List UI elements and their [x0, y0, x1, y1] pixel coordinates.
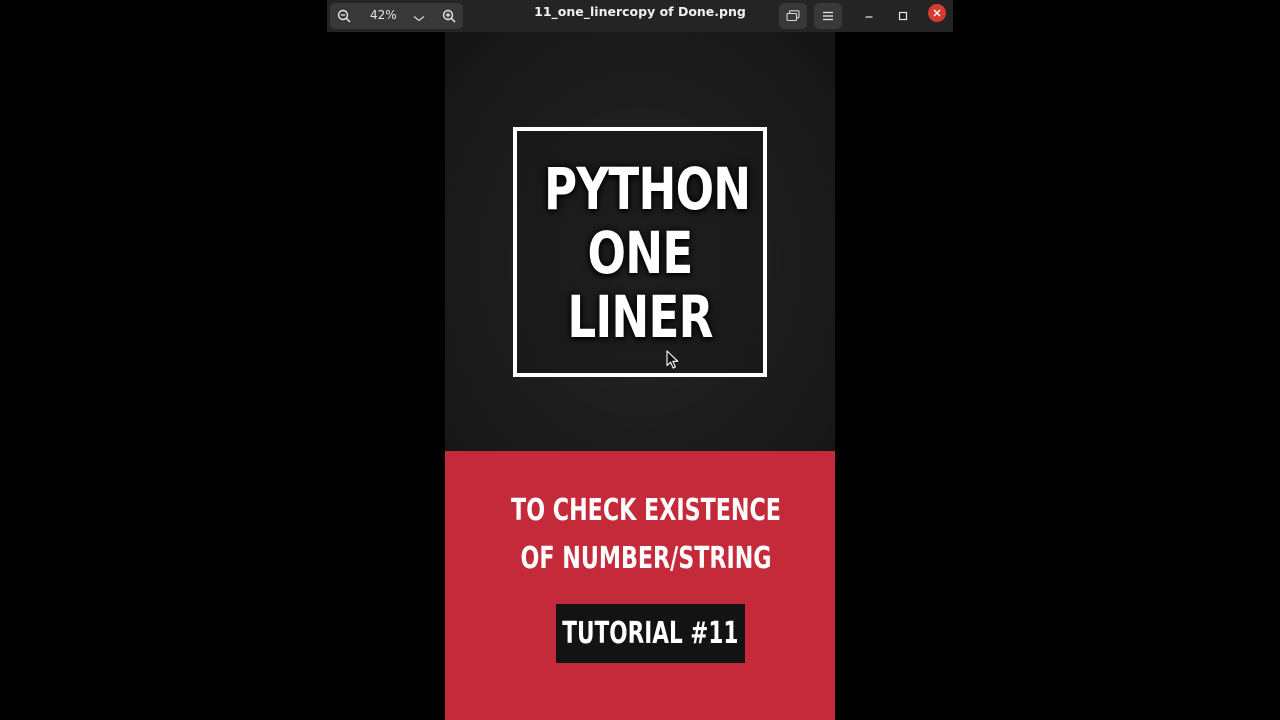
zoom-in-icon	[442, 9, 456, 23]
minimize-icon	[864, 11, 874, 21]
gallery-button[interactable]	[779, 3, 807, 29]
close-button[interactable]	[928, 4, 946, 22]
image-canvas: PYTHON ONE LINER TO CHECK EXISTENCE OF N…	[445, 32, 835, 720]
zoom-level-dropdown[interactable]: 42%	[358, 3, 436, 29]
viewer-titlebar: 42% 11_one_linercopy of Done.png	[327, 0, 953, 32]
headline-line-1: PYTHON	[544, 155, 751, 223]
tutorial-label: TUTORIAL #11	[562, 616, 739, 651]
subtitle-line-2: OF NUMBER/STRING	[520, 541, 772, 576]
subtitle-line-1: TO CHECK EXISTENCE	[511, 493, 781, 528]
zoom-out-button[interactable]	[330, 3, 358, 29]
tutorial-badge: TUTORIAL #11	[556, 604, 745, 663]
zoom-in-button[interactable]	[435, 3, 463, 29]
headline-line-3: LINER	[567, 283, 713, 351]
maximize-button[interactable]	[890, 3, 916, 29]
close-icon	[933, 9, 941, 17]
hamburger-menu-icon	[822, 11, 834, 21]
screen: 42% 11_one_linercopy of Done.png PYTHON …	[0, 0, 1280, 720]
gallery-icon	[786, 10, 800, 22]
zoom-level-value: 42%	[370, 8, 397, 22]
main-menu-button[interactable]	[814, 3, 842, 29]
maximize-icon	[898, 11, 908, 21]
headline-frame: PYTHON ONE LINER	[513, 127, 767, 377]
mouse-pointer-icon	[666, 350, 679, 373]
zoom-out-icon	[337, 9, 351, 23]
chevron-down-icon	[413, 12, 425, 26]
image-red-section: TO CHECK EXISTENCE OF NUMBER/STRING TUTO…	[445, 451, 835, 720]
minimize-button[interactable]	[856, 3, 882, 29]
headline-line-2: ONE	[587, 219, 694, 287]
window-title: 11_one_linercopy of Done.png	[534, 4, 746, 19]
image-dark-section: PYTHON ONE LINER	[445, 32, 835, 451]
